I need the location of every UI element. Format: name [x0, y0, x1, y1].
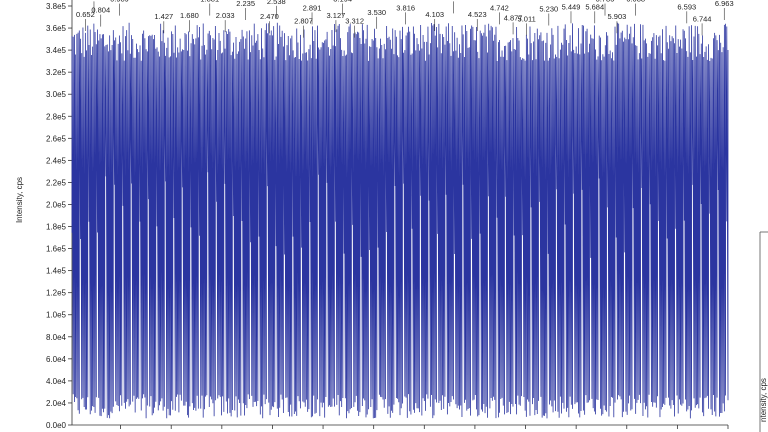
inset-panel: ntensity, cps	[759, 231, 768, 432]
peak-label: 5.785	[596, 0, 615, 4]
y-tick-label: 3.8e5	[46, 2, 67, 11]
peak-label: 4.103	[425, 10, 444, 19]
y-tick-label: 2.0e5	[46, 200, 67, 209]
peak-label: 0.989	[110, 0, 129, 4]
y-tick-label: 2.4e5	[46, 156, 67, 165]
peak-label: 6.963	[715, 0, 734, 8]
peak-label: 4.742	[490, 3, 509, 12]
y-tick-label: 4.0e4	[46, 377, 67, 386]
peak-label: 5.449	[562, 2, 581, 11]
y-tick-label: 1.0e5	[46, 311, 67, 320]
signal-trace	[71, 22, 729, 419]
y-axis-title: Intensity, cps	[15, 177, 24, 223]
peak-label: 2.033	[216, 11, 235, 20]
peak-labels: 0.7370.6520.8040.9891.4271.6801.8812.033…	[76, 0, 734, 38]
y-axis: 0.0e0 2.0e4 4.0e4 6.0e4 8.0e4 1.0e5 1.2e5 1.4e5…	[46, 0, 73, 430]
y-tick-label: 3.0e5	[46, 90, 67, 99]
y-tick-label: 3.4e5	[46, 46, 67, 55]
y-tick-label: 3.6e5	[46, 24, 67, 33]
peak-label: 1.881	[200, 0, 219, 4]
peak-label: 3.816	[396, 3, 415, 12]
peak-label: 5.230	[539, 5, 558, 14]
peak-label: 3.194	[333, 0, 352, 4]
peak-label: 1.427	[154, 12, 173, 21]
peak-label: 2.538	[267, 0, 286, 6]
peak-label: 4.523	[468, 10, 487, 19]
y-tick-label: 1.6e5	[46, 245, 67, 254]
peak-label: 5.903	[608, 12, 627, 21]
peak-label: 6.088	[626, 0, 645, 4]
peak-label: 3.530	[367, 8, 386, 17]
y-tick-label: 1.8e5	[46, 223, 67, 232]
y-tick-label: 2.8e5	[46, 112, 67, 121]
peak-label: 5.011	[518, 14, 536, 23]
inset-y-axis-title: ntensity, cps	[759, 378, 768, 422]
y-tick-label: 3.2e5	[46, 68, 67, 77]
y-tick-label: 1.2e5	[46, 289, 67, 298]
peak-label: 2.891	[303, 3, 322, 12]
peak-label: 1.680	[180, 11, 199, 20]
y-tick-label: 0.0e0	[46, 421, 67, 430]
peak-label: 3.312	[345, 17, 364, 26]
y-tick-label: 2.6e5	[46, 134, 67, 143]
y-tick-label: 6.0e4	[46, 355, 67, 364]
peak-label: 2.807	[294, 17, 313, 26]
peak-label: 2.235	[236, 0, 255, 8]
peak-label: 2.470	[260, 12, 279, 21]
y-tick-label: 1.4e5	[46, 267, 67, 276]
peak-label: 4.288	[444, 0, 463, 1]
x-axis: 1.01.52.02.53.03.54.04.55.05.56.06.57.0	[72, 424, 734, 432]
peak-label: 5.684	[585, 2, 604, 11]
y-tick-label: 2.0e4	[46, 399, 67, 408]
chromatogram-chart: 0.0e0 2.0e4 4.0e4 6.0e4 8.0e4 1.0e5 1.2e5 1.4e5…	[15, 0, 768, 432]
y-tick-label: 2.2e5	[46, 178, 67, 187]
y-tick-label: 8.0e4	[46, 333, 67, 342]
peak-label: 0.804	[91, 6, 110, 15]
peak-label: 6.744	[693, 14, 712, 23]
signal-series	[71, 22, 729, 419]
peak-label: 0.737	[85, 0, 104, 1]
peak-label: 6.593	[677, 2, 696, 11]
